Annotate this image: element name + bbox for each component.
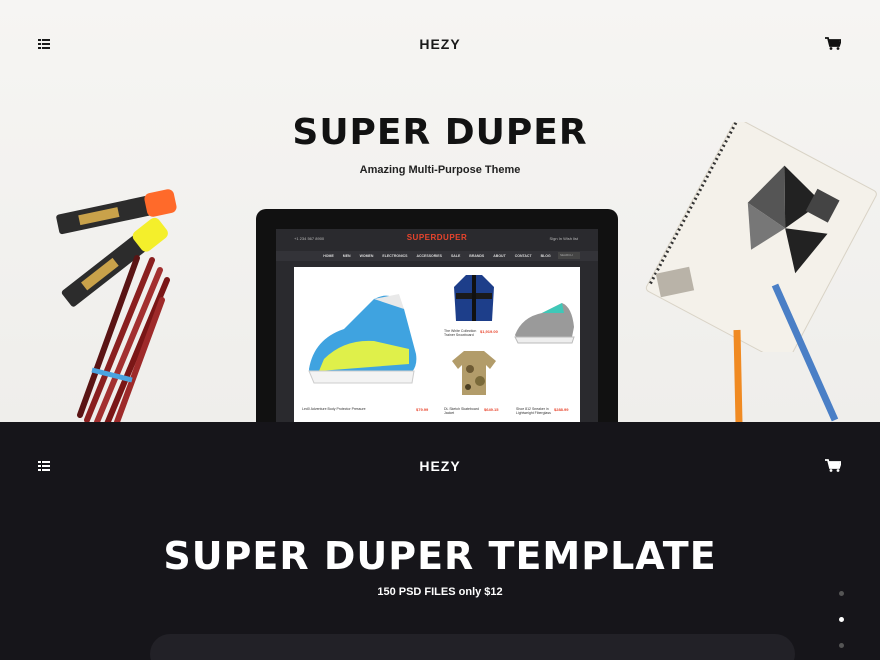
- hero-section: HEZY SUPER DUPER Amazing Multi-Purpose T…: [0, 0, 880, 422]
- screen-product-grid: Led0 Adventure Body Protector Pressure $…: [294, 267, 580, 422]
- screen-menu-item: ELECTRONICS: [382, 254, 408, 258]
- screen-topbar: +1 234 567 8900 SUPERDUPER Sign In Wish …: [276, 229, 598, 247]
- pencils-image: [77, 255, 170, 422]
- jacket-image: [454, 275, 494, 321]
- pagination-dot-active[interactable]: [839, 617, 844, 622]
- dark-section: HEZY SUPER DUPER TEMPLATE 150 PSD FILES …: [0, 422, 880, 660]
- product-name: The White Collection Trainer Snowboard: [444, 329, 477, 337]
- product-price: $649.15: [484, 407, 499, 412]
- screen-menu-item: CONTACT: [514, 254, 532, 258]
- screen-search: SEARCH: [558, 252, 580, 259]
- product-price: $1,919.00: [480, 329, 498, 334]
- product-name: Shoe 812 Sneaker in Lightweight Fibergla…: [516, 407, 551, 415]
- screen-menu-item: BRANDS: [469, 254, 485, 258]
- screen-menu-item: BLOG: [540, 254, 551, 258]
- colored-pencils-image: [733, 283, 839, 422]
- cart-icon[interactable]: [825, 37, 841, 50]
- tablet-mockup: +1 234 567 8900 SUPERDUPER Sign In Wish …: [256, 209, 618, 422]
- brand-logo[interactable]: HEZY: [0, 458, 880, 474]
- screen-menu-item: WOMEN: [359, 254, 374, 258]
- screen-menu-item: ABOUT: [493, 254, 506, 258]
- shirt-image: [452, 351, 496, 395]
- brand-logo[interactable]: HEZY: [0, 36, 880, 52]
- product-name: DL Sketch Skateboard Jacket: [444, 407, 479, 415]
- tablet-screen: +1 234 567 8900 SUPERDUPER Sign In Wish …: [276, 229, 598, 422]
- screen-menu-item: HOME: [323, 254, 334, 258]
- template-subtitle: 150 PSD FILES only $12: [377, 586, 503, 598]
- gray-sneaker-image: [514, 303, 575, 344]
- product-price: $288.99: [554, 407, 569, 412]
- product-price: $79.99: [416, 407, 429, 412]
- screen-login: Sign In Wish list: [549, 236, 578, 241]
- cart-icon[interactable]: [825, 459, 841, 472]
- screen-menu-item: SALE: [450, 254, 461, 258]
- screen-menu-item: MEN: [342, 254, 351, 258]
- screen-menu: HOME MEN WOMEN ELECTRONICS ACCESSORIES S…: [276, 251, 598, 261]
- product-name: Led0 Adventure Body Protector Pressure: [302, 407, 366, 411]
- pagination-dot[interactable]: [839, 643, 844, 648]
- preview-panel: [150, 634, 795, 660]
- sneaker-image: [308, 294, 417, 384]
- pagination-dot[interactable]: [839, 591, 844, 596]
- template-title: SUPER DUPER TEMPLATE: [163, 534, 717, 578]
- screen-menu-item: ACCESSORIES: [416, 254, 442, 258]
